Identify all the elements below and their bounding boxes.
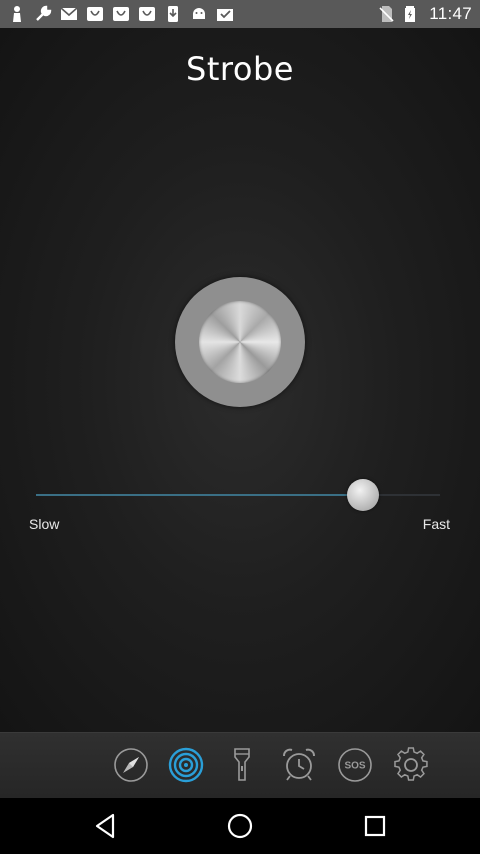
home-button[interactable] (224, 810, 256, 842)
person-icon (8, 5, 26, 23)
settings-button[interactable] (393, 747, 429, 783)
home-icon (227, 813, 253, 839)
app-screen: 11:47 Strobe Slow Fast SOS (0, 0, 480, 854)
no-sim-icon (377, 5, 395, 23)
notification-icons (8, 5, 234, 23)
strobe-knob (199, 301, 281, 383)
alarm-clock-icon (283, 748, 315, 781)
phone-download-icon (164, 5, 182, 23)
battery-charging-icon (401, 5, 419, 23)
back-icon (95, 813, 115, 839)
slider-fill (36, 494, 363, 496)
compass-button[interactable] (113, 747, 149, 783)
gmail-icon (60, 5, 78, 23)
recents-button[interactable] (359, 810, 391, 842)
inbox-check-icon (216, 5, 234, 23)
wrench-icon (34, 5, 52, 23)
main-content: Strobe Slow Fast (0, 28, 480, 732)
gear-icon (394, 747, 428, 781)
app-icon (138, 5, 156, 23)
status-bar: 11:47 (0, 0, 480, 28)
strobe-mode-button[interactable] (168, 747, 204, 783)
page-title: Strobe (186, 50, 294, 88)
alarm-button[interactable] (281, 747, 317, 783)
status-time: 11:47 (429, 4, 472, 23)
app-icon (112, 5, 130, 23)
app-icon (86, 5, 104, 23)
android-icon (190, 5, 208, 23)
strobe-speed-slider[interactable] (36, 479, 440, 511)
slider-max-label: Fast (422, 516, 450, 532)
strobe-rings-icon (168, 747, 204, 783)
navigation-bar (0, 798, 480, 854)
flashlight-icon (234, 748, 250, 781)
flashlight-button[interactable] (224, 747, 260, 783)
slider-min-label: Slow (29, 516, 60, 532)
recents-icon (364, 815, 386, 837)
sos-label: SOS (344, 761, 365, 772)
sos-button[interactable]: SOS (337, 747, 373, 783)
sos-icon: SOS (338, 748, 372, 782)
slider-thumb[interactable] (347, 479, 379, 511)
back-button[interactable] (89, 810, 121, 842)
compass-icon (114, 748, 148, 782)
strobe-toggle-button[interactable] (175, 277, 305, 407)
system-icons: 11:47 (377, 4, 472, 24)
mode-toolbar: SOS (0, 732, 480, 798)
